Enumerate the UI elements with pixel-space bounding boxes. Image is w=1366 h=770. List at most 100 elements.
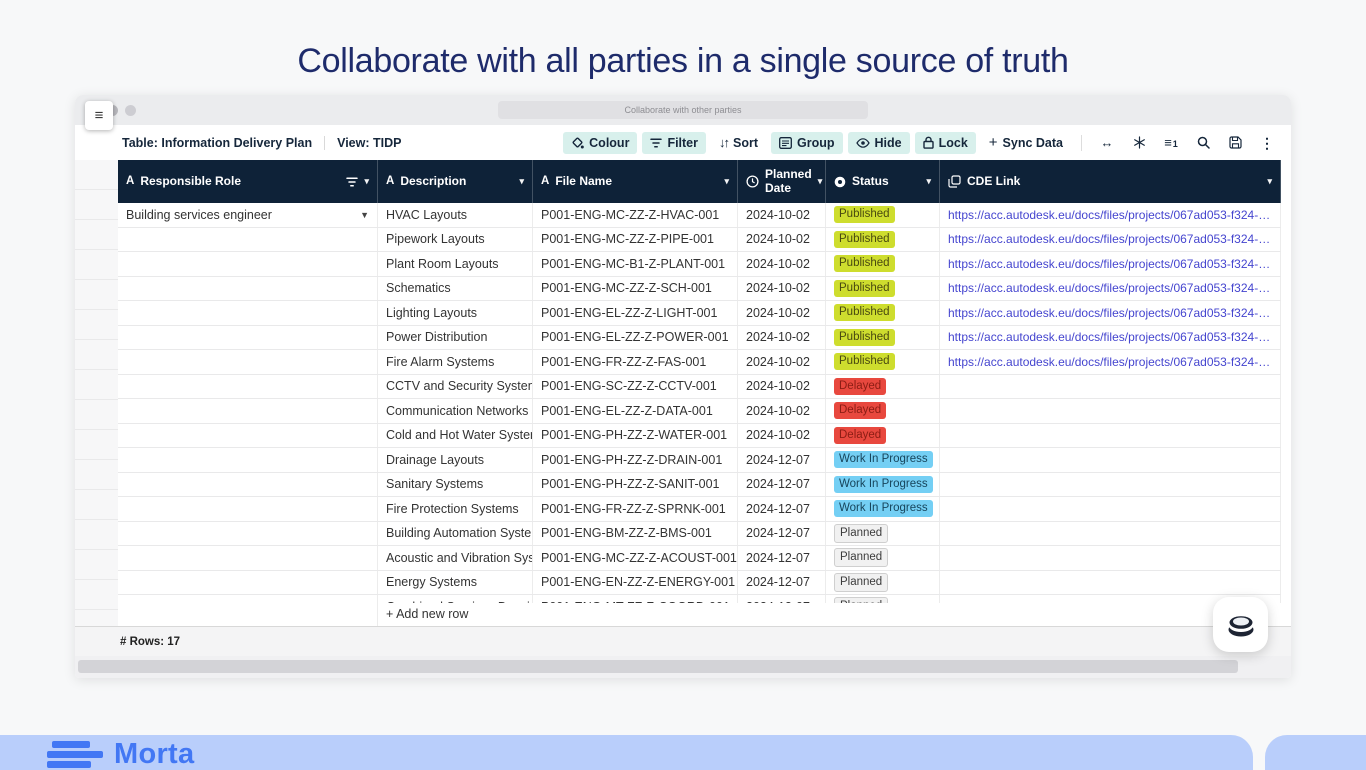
cell-status[interactable]: Work In Progress: [826, 472, 940, 496]
cell-status[interactable]: Published: [826, 325, 940, 349]
cell-status[interactable]: Delayed: [826, 399, 940, 423]
cell-responsible-role[interactable]: [118, 252, 378, 276]
cell-cde-link[interactable]: [940, 448, 1281, 472]
column-header-responsible-role[interactable]: A Responsible Role ▾: [118, 160, 378, 203]
cde-link[interactable]: https://acc.autodesk.eu/docs/files/proje…: [948, 330, 1272, 344]
cell-cde-link[interactable]: [940, 570, 1281, 594]
cell-status[interactable]: Work In Progress: [826, 448, 940, 472]
cell-cde-link[interactable]: https://acc.autodesk.eu/docs/files/proje…: [940, 350, 1281, 374]
cell-status[interactable]: Planned: [826, 521, 940, 545]
hide-button[interactable]: Hide: [847, 131, 910, 154]
cell-planned-date[interactable]: 2024-12-07: [738, 472, 826, 496]
cell-description[interactable]: Acoustic and Vibration Systems: [378, 546, 533, 570]
cde-link[interactable]: https://acc.autodesk.eu/docs/files/proje…: [948, 208, 1272, 222]
cell-description[interactable]: Schematics: [378, 276, 533, 300]
cell-responsible-role[interactable]: [118, 325, 378, 349]
cell-status[interactable]: Published: [826, 252, 940, 276]
cell-description[interactable]: Energy Systems: [378, 570, 533, 594]
cell-file-name[interactable]: P001-ENG-PH-ZZ-Z-DRAIN-001: [533, 448, 738, 472]
cell-file-name[interactable]: P001-ENG-FR-ZZ-Z-FAS-001: [533, 350, 738, 374]
menu-button[interactable]: ≡: [85, 101, 113, 130]
save-disk-button[interactable]: [1221, 132, 1249, 153]
cell-file-name[interactable]: P001-ENG-MC-ZZ-Z-PIPE-001: [533, 227, 738, 251]
cell-cde-link[interactable]: https://acc.autodesk.eu/docs/files/proje…: [940, 252, 1281, 276]
cell-file-name[interactable]: P001-ENG-SC-ZZ-Z-CCTV-001: [533, 374, 738, 398]
cell-responsible-role[interactable]: [118, 448, 378, 472]
row-height-button[interactable]: ≡1: [1157, 132, 1185, 153]
cell-file-name[interactable]: P001-ENG-PH-ZZ-Z-WATER-001: [533, 423, 738, 447]
cell-responsible-role[interactable]: [118, 399, 378, 423]
column-filter-icon[interactable]: [346, 176, 359, 187]
cell-planned-date[interactable]: 2024-10-02: [738, 227, 826, 251]
cell-planned-date[interactable]: 2024-12-07: [738, 570, 826, 594]
column-menu-caret[interactable]: ▾: [818, 176, 823, 186]
column-header-file-name[interactable]: A File Name ▾: [533, 160, 738, 203]
cell-planned-date[interactable]: 2024-10-02: [738, 350, 826, 374]
cell-responsible-role[interactable]: [118, 521, 378, 545]
cell-file-name[interactable]: P001-ENG-MC-ZZ-Z-ACOUST-001: [533, 546, 738, 570]
lock-button[interactable]: Lock: [914, 131, 976, 154]
view-name-label[interactable]: View: TIDP: [324, 135, 401, 150]
cell-file-name[interactable]: P001-ENG-EL-ZZ-Z-POWER-001: [533, 325, 738, 349]
column-menu-caret[interactable]: ▾: [1267, 176, 1272, 186]
cell-status[interactable]: Published: [826, 276, 940, 300]
cell-description[interactable]: Sanitary Systems: [378, 472, 533, 496]
freeze-snowflake-button[interactable]: [1125, 132, 1153, 153]
cell-description[interactable]: Fire Alarm Systems: [378, 350, 533, 374]
window-zoom-button[interactable]: [125, 105, 136, 116]
cell-planned-date[interactable]: 2024-10-02: [738, 252, 826, 276]
cell-planned-date[interactable]: 2024-12-07: [738, 448, 826, 472]
cell-description[interactable]: Pipework Layouts: [378, 227, 533, 251]
cde-link[interactable]: https://acc.autodesk.eu/docs/files/proje…: [948, 232, 1272, 246]
kebab-menu-button[interactable]: ⋮: [1253, 132, 1281, 154]
cell-status[interactable]: Published: [826, 301, 940, 325]
cell-description[interactable]: CCTV and Security Systems: [378, 374, 533, 398]
cell-description[interactable]: Communication Networks: [378, 399, 533, 423]
cell-status[interactable]: Published: [826, 227, 940, 251]
cell-responsible-role[interactable]: [118, 227, 378, 251]
cell-file-name[interactable]: P001-ENG-BM-ZZ-Z-BMS-001: [533, 521, 738, 545]
column-header-description[interactable]: A Description ▾: [378, 160, 533, 203]
chat-launcher-button[interactable]: [1213, 597, 1268, 652]
column-header-status[interactable]: Status ▾: [826, 160, 940, 203]
cell-description[interactable]: Lighting Layouts: [378, 301, 533, 325]
cde-link[interactable]: https://acc.autodesk.eu/docs/files/proje…: [948, 306, 1272, 320]
cell-status[interactable]: Work In Progress: [826, 497, 940, 521]
cell-file-name[interactable]: P001-ENG-FR-ZZ-Z-SPRNK-001: [533, 497, 738, 521]
cell-cde-link[interactable]: [940, 423, 1281, 447]
cell-cde-link[interactable]: [940, 374, 1281, 398]
cell-status[interactable]: Delayed: [826, 423, 940, 447]
colour-button[interactable]: Colour: [563, 131, 638, 154]
cell-planned-date[interactable]: 2024-10-02: [738, 399, 826, 423]
column-header-planned-date[interactable]: Planned Date ▾: [738, 160, 826, 203]
cell-file-name[interactable]: P001-ENG-PH-ZZ-Z-SANIT-001: [533, 472, 738, 496]
cell-status[interactable]: Delayed: [826, 374, 940, 398]
cell-cde-link[interactable]: https://acc.autodesk.eu/docs/files/proje…: [940, 301, 1281, 325]
cell-description[interactable]: Cold and Hot Water Systems: [378, 423, 533, 447]
cell-file-name[interactable]: P001-ENG-MC-B1-Z-PLANT-001: [533, 252, 738, 276]
cde-link[interactable]: https://acc.autodesk.eu/docs/files/proje…: [948, 281, 1272, 295]
sort-button[interactable]: ↓↑ Sort: [711, 132, 766, 154]
cell-responsible-role[interactable]: [118, 570, 378, 594]
sync-data-button[interactable]: + Sync Data: [981, 131, 1071, 154]
cell-planned-date[interactable]: 2024-10-02: [738, 423, 826, 447]
cell-planned-date[interactable]: 2024-10-02: [738, 325, 826, 349]
cell-responsible-role[interactable]: [118, 423, 378, 447]
group-button[interactable]: Group: [771, 131, 843, 154]
cell-cde-link[interactable]: [940, 546, 1281, 570]
cell-cde-link[interactable]: https://acc.autodesk.eu/docs/files/proje…: [940, 203, 1281, 227]
cell-planned-date[interactable]: 2024-12-07: [738, 497, 826, 521]
cell-planned-date[interactable]: 2024-10-02: [738, 374, 826, 398]
cell-planned-date[interactable]: 2024-10-02: [738, 276, 826, 300]
cell-cde-link[interactable]: https://acc.autodesk.eu/docs/files/proje…: [940, 276, 1281, 300]
cell-status[interactable]: Published: [826, 350, 940, 374]
column-menu-caret[interactable]: ▾: [364, 176, 369, 186]
cell-description[interactable]: Power Distribution: [378, 325, 533, 349]
column-menu-caret[interactable]: ▾: [724, 176, 729, 186]
cell-responsible-role[interactable]: [118, 276, 378, 300]
cell-cde-link[interactable]: [940, 399, 1281, 423]
filter-button[interactable]: Filter: [642, 131, 706, 154]
cell-description[interactable]: Fire Protection Systems: [378, 497, 533, 521]
cell-responsible-role[interactable]: [118, 497, 378, 521]
column-menu-caret[interactable]: ▾: [519, 176, 524, 186]
